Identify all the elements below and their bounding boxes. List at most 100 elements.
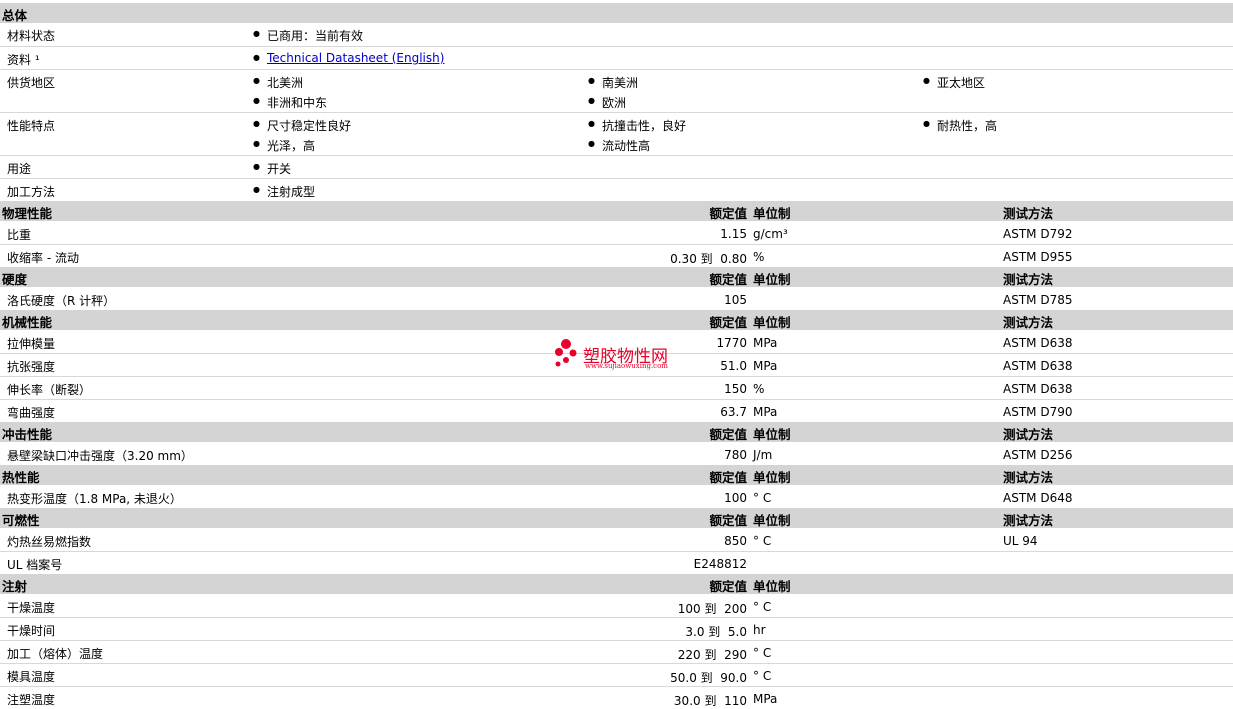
region-item: 亚太地区: [923, 74, 985, 91]
property-value: E248812: [693, 557, 747, 571]
section-injection-header: 注射 额定值 单位制: [0, 574, 1233, 594]
table-row: 收缩率 - 流动 0.30 到 0.80% ASTM D955: [0, 245, 1233, 266]
header-unit: 单位制: [753, 470, 791, 485]
property-unit: %: [753, 250, 765, 264]
property-label: 悬壁梁缺口冲击强度（3.20 mm）: [7, 449, 193, 463]
header-test-method: 测试方法: [1003, 427, 1054, 442]
property-value: 51.0: [720, 359, 747, 373]
property-unit: ° C: [753, 646, 772, 660]
section-impact-header: 冲击性能 额定值 单位制 测试方法: [0, 422, 1233, 442]
table-row: 加工（熔体）温度 220 到 290 ° C: [0, 641, 1233, 664]
row-documents: 资料 ¹ Technical Datasheet (English): [0, 47, 1233, 70]
header-rated-value: 额定值: [709, 579, 747, 594]
section-title: 冲击性能: [2, 427, 53, 442]
row-label: 加工方法: [7, 185, 56, 199]
test-method: ASTM D790: [1003, 405, 1073, 419]
property-unit: %: [753, 382, 765, 396]
section-title: 物理性能: [2, 206, 53, 221]
property-value: 100: [724, 491, 747, 505]
property-label: UL 档案号: [7, 558, 63, 572]
row-use: 用途 开关: [0, 156, 1233, 179]
property-label: 弯曲强度: [7, 406, 56, 420]
header-test-method: 测试方法: [1003, 272, 1054, 287]
test-method: UL 94: [1003, 534, 1038, 548]
property-value: 850: [724, 534, 747, 548]
property-label: 拉伸模量: [7, 337, 56, 351]
header-unit: 单位制: [753, 579, 791, 594]
property-label: 干燥温度: [7, 601, 56, 615]
property-value: 150: [724, 382, 747, 396]
header-unit: 单位制: [753, 513, 791, 528]
test-method: ASTM D792: [1003, 227, 1073, 241]
feature-item: 流动性高: [588, 137, 650, 154]
row-label: 供货地区: [7, 76, 56, 90]
table-row: 伸长率（断裂） 150% ASTM D638: [0, 377, 1233, 400]
row-label: 性能特点: [7, 119, 56, 133]
section-title: 可燃性: [2, 513, 40, 528]
section-flammability-header: 可燃性 额定值 单位制 测试方法: [0, 508, 1233, 528]
header-unit: 单位制: [753, 272, 791, 287]
property-label: 干燥时间: [7, 624, 56, 638]
row-features: 性能特点 尺寸稳定性良好 抗撞击性，良好 耐热性，高 光泽，高 流动性高: [0, 113, 1233, 156]
property-value: 105: [724, 293, 747, 307]
row-label: 用途: [7, 162, 32, 176]
row-process: 加工方法 注射成型: [0, 179, 1233, 200]
property-label: 热变形温度（1.8 MPa, 未退火）: [7, 492, 182, 506]
section-title: 总体: [2, 8, 28, 23]
watermark-logo: 塑胶物性网 www.sujiaowuxing.com: [553, 338, 683, 374]
property-value: 30.0 到 110: [673, 694, 747, 708]
table-row: 模具温度 50.0 到 90.0 ° C: [0, 664, 1233, 687]
row-label: 资料 ¹: [7, 53, 40, 67]
property-unit: ° C: [753, 669, 772, 683]
property-label: 收缩率 - 流动: [7, 251, 79, 265]
row-supply-regions: 供货地区 北美洲 南美洲 亚太地区 非洲和中东 欧洲: [0, 70, 1233, 113]
property-unit: g/cm³: [753, 227, 788, 241]
table-row: 灼热丝易燃指数 850 ° C UL 94: [0, 529, 1233, 552]
property-value: 50.0 到 90.0: [670, 671, 747, 685]
header-rated-value: 额定值: [709, 272, 747, 287]
property-value: 220 到 290: [677, 648, 747, 662]
row-material-status: 材料状态 已商用：当前有效: [0, 23, 1233, 47]
table-row: 悬壁梁缺口冲击强度（3.20 mm） 780 J/m ASTM D256: [0, 443, 1233, 464]
property-value: 100 到 200: [677, 602, 747, 616]
test-method: ASTM D648: [1003, 491, 1073, 505]
process-value: 注射成型: [253, 183, 315, 200]
property-value: 1770: [716, 336, 747, 350]
datasheet-link[interactable]: Technical Datasheet (English): [267, 51, 444, 65]
test-method: ASTM D638: [1003, 359, 1073, 373]
property-value: 1.15: [720, 227, 747, 241]
datasheet-link-wrap: Technical Datasheet (English): [253, 51, 444, 65]
property-unit: MPa: [753, 336, 778, 350]
header-unit: 单位制: [753, 206, 791, 221]
logo-dots-icon: [555, 339, 577, 367]
header-test-method: 测试方法: [1003, 206, 1054, 221]
property-label: 加工（熔体）温度: [7, 647, 104, 661]
table-row: 热变形温度（1.8 MPa, 未退火） 100 ° C ASTM D648: [0, 486, 1233, 507]
region-item: 非洲和中东: [253, 94, 327, 111]
feature-item: 抗撞击性，良好: [588, 117, 686, 134]
property-label: 灼热丝易燃指数: [7, 535, 92, 549]
property-value: 63.7: [720, 405, 747, 419]
header-rated-value: 额定值: [709, 206, 747, 221]
status-value: 已商用：当前有效: [253, 27, 363, 44]
header-rated-value: 额定值: [709, 470, 747, 485]
header-test-method: 测试方法: [1003, 470, 1054, 485]
watermark-url: www.sujiaowuxing.com: [585, 362, 668, 370]
test-method: ASTM D955: [1003, 250, 1073, 264]
header-rated-value: 额定值: [709, 315, 747, 330]
feature-item: 耐热性，高: [923, 117, 997, 134]
section-title: 机械性能: [2, 315, 53, 330]
property-label: 模具温度: [7, 670, 56, 684]
header-test-method: 测试方法: [1003, 315, 1054, 330]
region-item: 南美洲: [588, 74, 638, 91]
header-unit: 单位制: [753, 315, 791, 330]
table-row: 比重 1.15 g/cm³ ASTM D792: [0, 222, 1233, 245]
property-unit: MPa: [753, 692, 778, 706]
property-value: 780: [724, 448, 747, 462]
feature-item: 尺寸稳定性良好: [253, 117, 351, 134]
section-title: 热性能: [2, 470, 40, 485]
property-label: 比重: [7, 228, 32, 242]
table-row: 干燥时间 3.0 到 5.0 hr: [0, 618, 1233, 641]
property-unit: ° C: [753, 600, 772, 614]
property-unit: J/m: [753, 448, 773, 462]
